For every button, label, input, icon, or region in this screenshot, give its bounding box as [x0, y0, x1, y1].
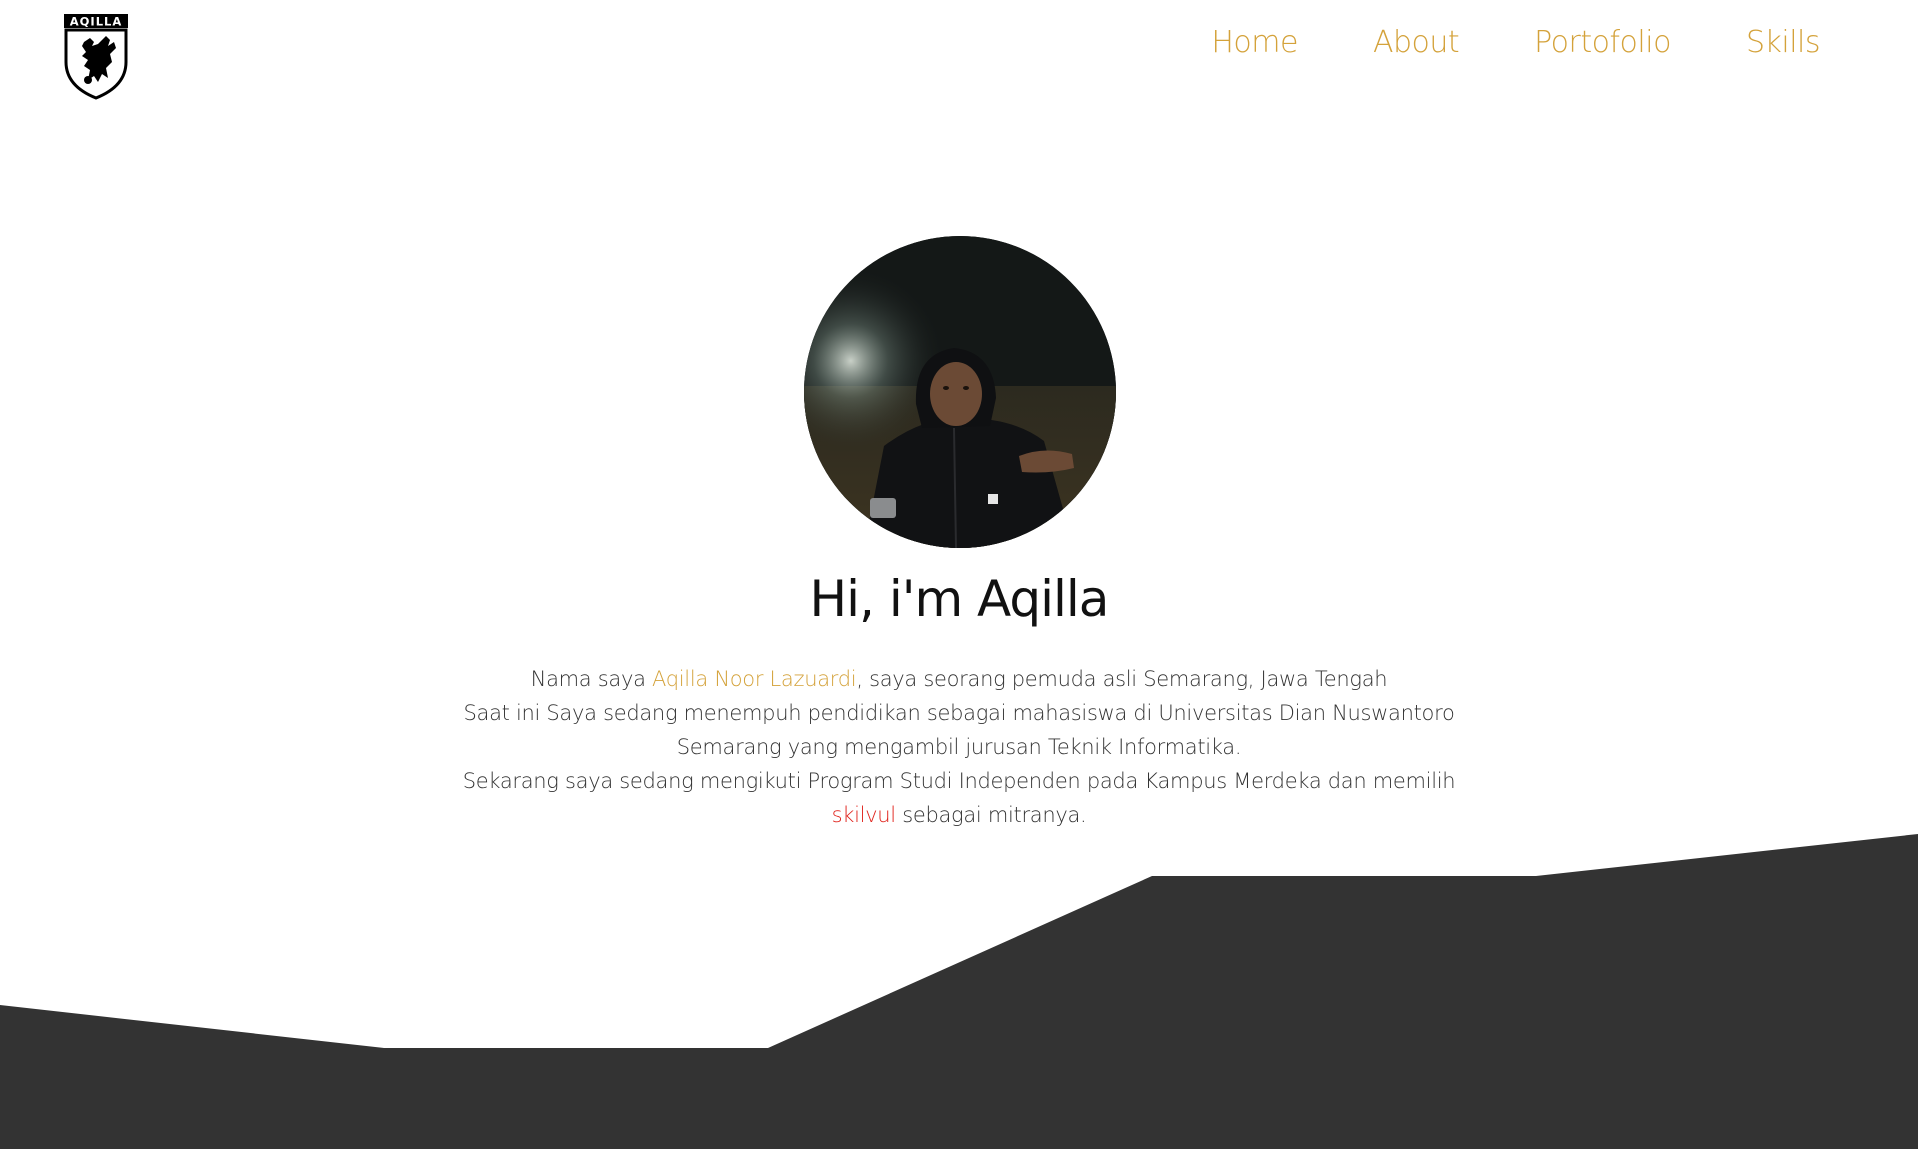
profile-photo: [804, 236, 1116, 548]
bio-line3-suffix: sebagai mitranya.: [895, 803, 1087, 827]
nav-portofolio-link[interactable]: Portofolio: [1534, 22, 1671, 64]
griffin-shield-logo-icon[interactable]: AQILLA: [62, 12, 130, 100]
main-nav: Home About Portofolio Skills: [1211, 22, 1820, 64]
svg-text:AQILLA: AQILLA: [70, 15, 123, 29]
nav-about-link[interactable]: About: [1373, 22, 1460, 64]
bio-line-3: Sekarang saya sedang mengikuti Program S…: [460, 764, 1458, 832]
bio-line1-prefix: Nama saya: [530, 667, 653, 691]
bio-name-highlight: Aqilla Noor Lazuardi: [652, 667, 857, 691]
bottom-wave-divider: [0, 834, 1918, 1149]
bio-line3-prefix: Sekarang saya sedang mengikuti Program S…: [462, 769, 1456, 793]
bio-line-2: Saat ini Saya sedang menempuh pendidikan…: [463, 701, 1455, 759]
bio-text: Nama saya Aqilla Noor Lazuardi, saya seo…: [460, 662, 1458, 832]
page: AQILLA Home About Portofolio Skills Hi, …: [0, 0, 1918, 1149]
bio-line1-suffix: , saya seorang pemuda asli Semarang, Jaw…: [856, 667, 1388, 691]
bio-line-1: Nama saya Aqilla Noor Lazuardi, saya seo…: [460, 662, 1458, 696]
nav-home-link[interactable]: Home: [1211, 22, 1298, 64]
bio-brand-highlight: skilvul: [831, 803, 897, 827]
hero-title: Hi, i'm Aqilla: [809, 570, 1110, 628]
nav-skills-link[interactable]: Skills: [1746, 22, 1821, 64]
